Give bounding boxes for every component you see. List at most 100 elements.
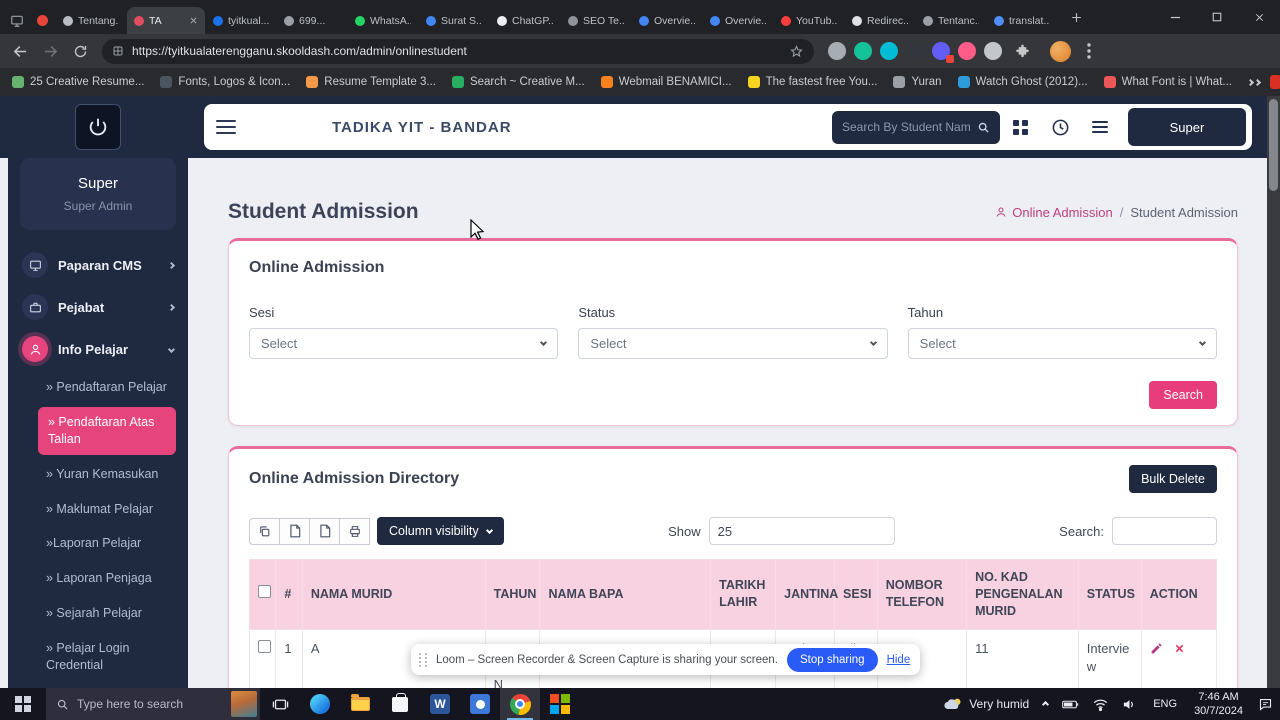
extensions-puzzle-icon[interactable] <box>1010 39 1034 63</box>
sidebar-subitem-pelajar-login-credential[interactable]: » Pelajar Login Credential <box>8 631 188 683</box>
notification-badge-icon[interactable] <box>1269 75 1280 89</box>
new-tab-button[interactable] <box>1063 4 1089 30</box>
col-sesi[interactable]: SESI <box>834 559 878 630</box>
browser-tab[interactable]: Overvie... <box>632 7 702 34</box>
bookmark-item[interactable]: Yuran <box>893 76 942 88</box>
col-no-kad[interactable]: NO. KAD PENGENALAN MURID <box>966 559 1079 630</box>
extension-icon[interactable] <box>906 42 924 60</box>
bulk-delete-button[interactable]: Bulk Delete <box>1129 465 1217 493</box>
extension-icon[interactable] <box>828 42 846 60</box>
row-checkbox[interactable] <box>258 639 271 653</box>
forward-button[interactable] <box>38 39 62 63</box>
taskbar-app-photos[interactable] <box>460 688 500 720</box>
minimize-button[interactable] <box>1154 0 1196 34</box>
taskbar-app-chrome[interactable] <box>500 688 540 720</box>
student-search-box[interactable] <box>832 110 1000 144</box>
sidebar-subitem-pendaftaran-atas-talian[interactable]: » Pendaftaran Atas Talian <box>38 406 176 455</box>
browser-tab[interactable]: YouTub... <box>774 7 844 34</box>
sidebar-subitem-laporan-penjaga[interactable]: » Laporan Penjaga <box>8 561 188 596</box>
taskbar-app-office[interactable] <box>540 688 580 720</box>
bookmark-item[interactable]: What Font is | What... <box>1103 76 1232 88</box>
address-bar[interactable]: https://tyitkualaterengganu.skooldash.co… <box>102 38 814 64</box>
col-num[interactable]: # <box>275 559 303 630</box>
profile-avatar[interactable] <box>1050 40 1071 62</box>
sidebar-subitem-pendaftaran-pelajar[interactable]: » Pendaftaran Pelajar <box>8 370 188 405</box>
bookmark-item[interactable]: Search ~ Creative M... <box>451 76 585 88</box>
search-highlight-thumbnail[interactable] <box>231 691 257 717</box>
browser-tab[interactable]: 699... <box>277 7 347 34</box>
taskbar-app-edge[interactable] <box>300 688 340 720</box>
extension-icon[interactable] <box>854 42 872 60</box>
edit-icon[interactable] <box>1150 642 1163 655</box>
taskbar-app-word[interactable]: W <box>420 688 460 720</box>
site-info-icon[interactable] <box>112 45 124 57</box>
taskbar-search-box[interactable] <box>46 688 260 720</box>
bookmarks-overflow-icon[interactable] <box>1246 78 1262 86</box>
select-all-checkbox[interactable] <box>258 585 271 599</box>
browser-tab[interactable]: Tentanc... <box>916 7 986 34</box>
col-nama-bapa[interactable]: NAMA BAPA <box>539 559 712 630</box>
sidebar-subitem-yuran-kemasukan[interactable]: » Yuran Kemasukan <box>8 457 188 492</box>
wifi-icon[interactable] <box>1086 688 1115 720</box>
bookmark-item[interactable]: The fastest free You... <box>747 76 877 88</box>
start-button[interactable] <box>0 688 46 720</box>
browser-tab[interactable]: ChatGP... <box>490 7 560 34</box>
browser-tab[interactable]: Tentang... <box>56 7 126 34</box>
browser-tab[interactable]: WhatsA... <box>348 7 418 34</box>
browser-tab[interactable]: Redirec... <box>845 7 915 34</box>
taskbar-clock[interactable]: 7:46 AM 30/7/2024 <box>1186 690 1251 719</box>
excel-export-button[interactable] <box>279 517 310 545</box>
maximize-button[interactable] <box>1196 0 1238 34</box>
action-center-button[interactable] <box>1251 688 1280 720</box>
reload-button[interactable] <box>68 39 92 63</box>
browser-tab[interactable]: Surat S... <box>419 7 489 34</box>
sidebar-toggle-icon[interactable] <box>216 116 236 138</box>
sesi-select[interactable]: Select <box>249 328 559 359</box>
extension-icon-sharing[interactable] <box>932 42 954 63</box>
tab-close-icon[interactable] <box>189 16 198 25</box>
bookmark-item[interactable]: Webmail BENAMICI... <box>600 76 732 88</box>
pdf-export-button[interactable] <box>309 517 340 545</box>
table-search-input[interactable] <box>1111 517 1217 545</box>
bookmark-star-icon[interactable] <box>789 44 804 59</box>
col-nama-murid[interactable]: NAMA MURID <box>301 559 486 630</box>
taskbar-app-store[interactable] <box>380 688 420 720</box>
clock-icon[interactable] <box>1040 107 1080 147</box>
tahun-select[interactable]: Select <box>907 328 1217 359</box>
browser-tab-active[interactable]: TA <box>127 7 205 34</box>
extension-icon[interactable] <box>984 42 1002 60</box>
copy-button[interactable] <box>249 517 280 545</box>
taskbar-app-explorer[interactable] <box>340 688 380 720</box>
bookmark-item[interactable]: Watch Ghost (2012)... <box>957 76 1088 88</box>
weather-widget[interactable]: Very humid <box>936 688 1036 720</box>
search-button[interactable]: Search <box>1149 381 1217 409</box>
breadcrumb-link[interactable]: Online Admission <box>995 205 1113 220</box>
bookmark-item[interactable]: Resume Template 3... <box>306 76 436 88</box>
pinned-tab[interactable] <box>28 7 56 34</box>
browser-menu-icon[interactable] <box>1077 39 1101 63</box>
extension-icon[interactable] <box>958 42 976 60</box>
col-jantina[interactable]: JANTINA <box>775 559 838 630</box>
scrollbar-thumb[interactable] <box>1269 99 1278 191</box>
stop-sharing-button[interactable]: Stop sharing <box>786 647 878 672</box>
col-status[interactable]: STATUS <box>1077 559 1142 630</box>
sidebar-item-paparan-cms[interactable]: Paparan CMS <box>8 244 188 286</box>
task-view-button[interactable] <box>260 688 300 720</box>
drag-handle[interactable] <box>419 652 427 667</box>
browser-tab[interactable]: Overvie... <box>703 7 773 34</box>
col-tarikh-lahir[interactable]: TARIKH LAHIR <box>710 559 777 630</box>
student-search-input[interactable] <box>842 120 971 134</box>
battery-icon[interactable] <box>1055 688 1086 720</box>
user-menu-button[interactable]: Super <box>1128 108 1246 146</box>
sidebar-subitem-laporan-pelajar[interactable]: »Laporan Pelajar <box>8 526 188 561</box>
taskbar-search-input[interactable] <box>77 697 223 711</box>
bookmark-item[interactable]: 25 Creative Resume... <box>12 76 144 88</box>
back-button[interactable] <box>8 39 32 63</box>
close-button[interactable] <box>1238 0 1280 34</box>
language-indicator[interactable]: ENG <box>1144 688 1186 720</box>
status-select[interactable]: Select <box>578 328 888 359</box>
browser-tab[interactable]: SEO Te... <box>561 7 631 34</box>
hidden-icons-button[interactable] <box>1036 688 1055 720</box>
sidebar-subitem-sejarah-pelajar[interactable]: » Sejarah Pelajar <box>8 596 188 631</box>
volume-icon[interactable] <box>1115 688 1144 720</box>
